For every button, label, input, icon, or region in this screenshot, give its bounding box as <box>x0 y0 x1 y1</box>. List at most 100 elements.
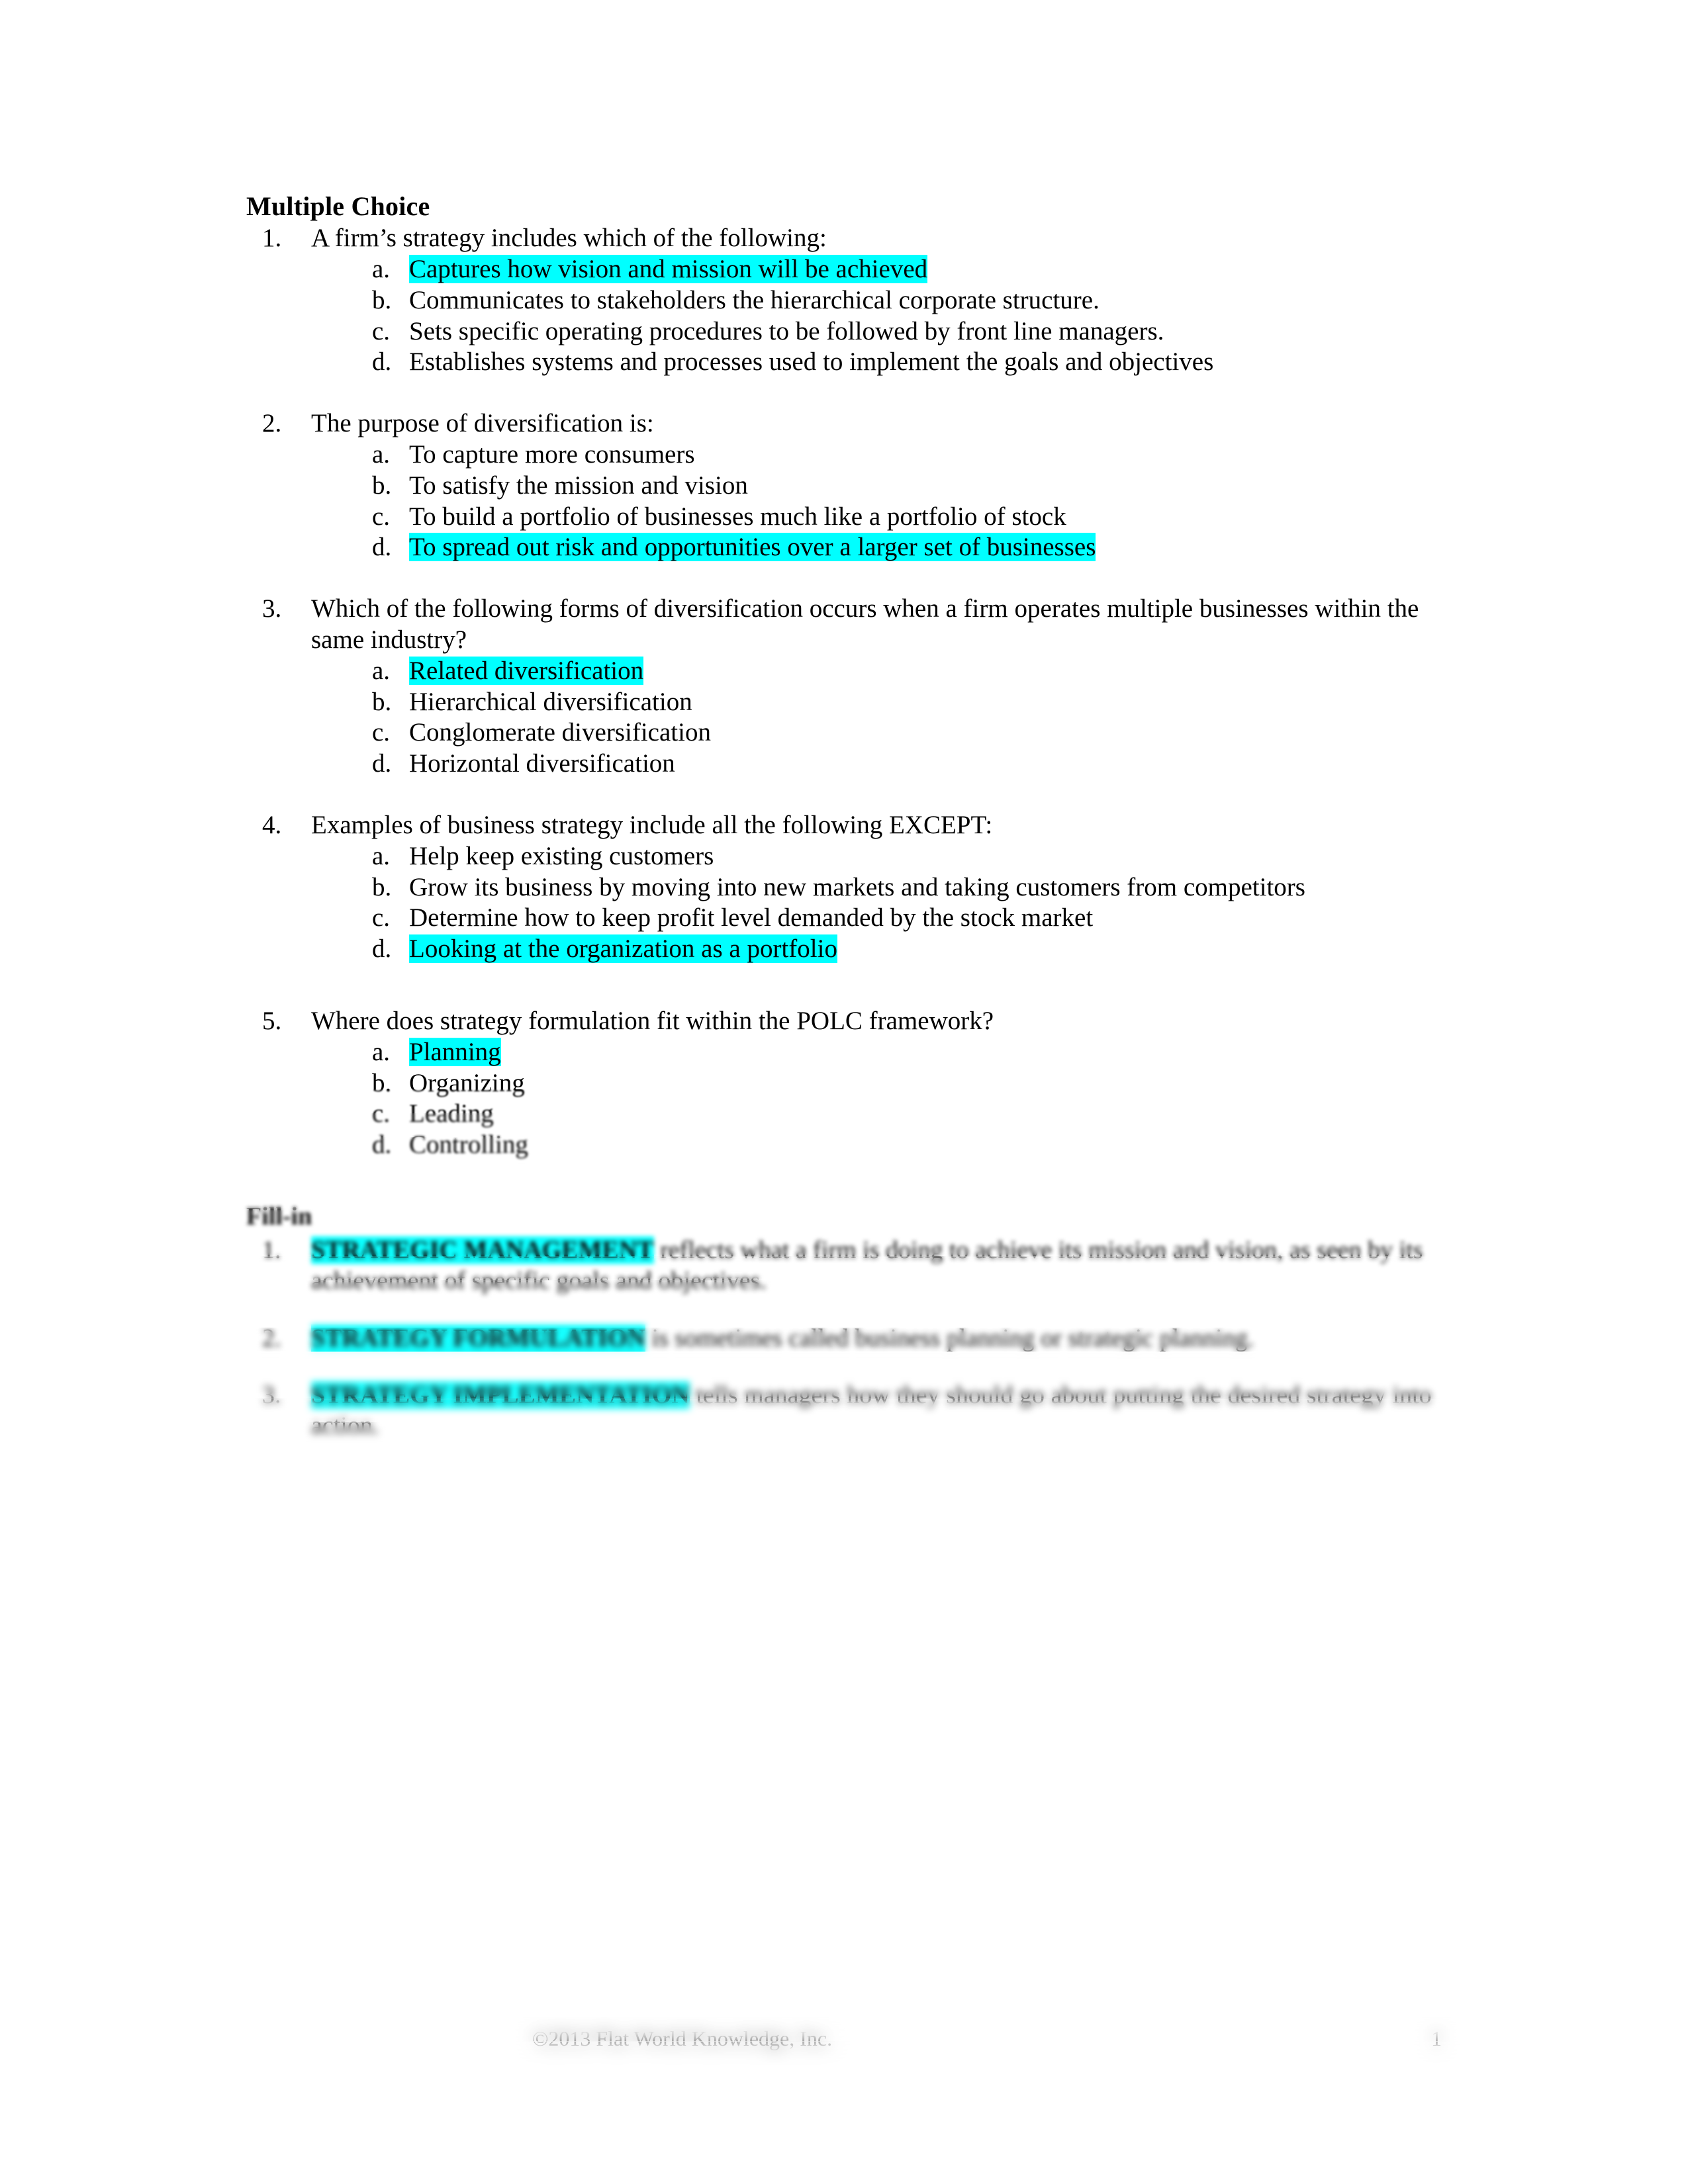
option-letter: c. <box>372 502 391 531</box>
question-spacer <box>246 378 1438 408</box>
option-item: d. Looking at the organization as a port… <box>311 934 1438 965</box>
blur-band <box>0 1779 1688 1804</box>
option-item: d. Controlling <box>311 1130 1438 1161</box>
fade-band <box>0 1803 1688 1828</box>
option-text: To satisfy the mission and vision <box>409 471 748 500</box>
fade-band <box>0 1613 1688 1638</box>
fade-band <box>0 1898 1688 1923</box>
fade-band <box>0 1541 1688 1567</box>
option-item: b. To satisfy the mission and vision <box>311 471 1438 502</box>
fade-band <box>0 1755 1688 1780</box>
fade-band <box>0 2065 1688 2090</box>
fade-band <box>0 1946 1688 1971</box>
fill-in-number: 3. <box>262 1381 281 1409</box>
option-letter: d. <box>372 749 392 778</box>
fade-band <box>0 1518 1688 1543</box>
blur-band <box>0 2065 1688 2090</box>
option-letter: b. <box>372 687 392 716</box>
question-stem: Examples of business strategy include al… <box>311 810 993 839</box>
option-letter: b. <box>372 285 392 314</box>
blur-band <box>0 1589 1688 1614</box>
fade-band <box>0 1970 1688 1995</box>
fade-band <box>0 1494 1688 1519</box>
blur-band <box>0 1970 1688 1995</box>
blur-band <box>0 1660 1688 1686</box>
option-item: a. To capture more consumers <box>311 439 1438 471</box>
option-letter: a. <box>372 439 391 469</box>
document-page: Multiple Choice 1. A firm’s strategy inc… <box>0 0 1688 2184</box>
multiple-choice-question-list: 1. A firm’s strategy includes which of t… <box>246 223 1438 1161</box>
option-text: Hierarchical diversification <box>409 687 692 716</box>
question-item: 4. Examples of business strategy include… <box>246 810 1438 965</box>
question-stem: A firm’s strategy includes which of the … <box>311 224 827 253</box>
blur-band <box>0 1494 1688 1519</box>
option-list: a. Related diversification b. Hierarchic… <box>311 656 1438 780</box>
option-letter: c. <box>372 316 391 345</box>
option-letter: c. <box>372 1099 391 1128</box>
blur-band <box>0 1518 1688 1543</box>
question-number: 3. <box>262 594 282 623</box>
option-item: c. Leading <box>311 1099 1438 1130</box>
option-item: b. Grow its business by moving into new … <box>311 872 1438 903</box>
fade-band <box>0 1637 1688 1662</box>
fade-band <box>0 1779 1688 1804</box>
option-letter: d. <box>372 1130 392 1160</box>
option-text: Planning <box>409 1037 501 1066</box>
fade-band <box>0 1827 1688 1852</box>
fill-in-item: 2. STRATEGY FORMULATION is sometimes cal… <box>246 1323 1438 1353</box>
fade-band <box>0 1731 1688 1756</box>
option-text: Communicates to stakeholders the hierarc… <box>409 285 1100 314</box>
blur-band <box>0 1922 1688 1947</box>
question-number: 2. <box>262 409 282 438</box>
blur-band <box>0 1684 1688 1709</box>
option-text: Conglomerate diversification <box>409 718 711 747</box>
option-letter: a. <box>372 656 391 685</box>
option-item: c. Determine how to keep profit level de… <box>311 903 1438 934</box>
blur-band <box>0 1731 1688 1756</box>
option-item: b. Hierarchical diversification <box>311 687 1438 718</box>
question-spacer <box>246 965 1438 1006</box>
blur-band <box>0 1874 1688 1899</box>
question-item: 2. The purpose of diversification is: a.… <box>246 408 1438 563</box>
option-text: To capture more consumers <box>409 439 695 469</box>
option-text: Grow its business by moving into new mar… <box>409 872 1305 901</box>
fill-in-item-list: 1. STRATEGIC MANAGEMENT reflects what a … <box>246 1235 1438 1441</box>
question-number: 4. <box>262 810 282 839</box>
blur-band <box>0 1707 1688 1733</box>
blur-band <box>0 1946 1688 1971</box>
option-text: Leading <box>409 1099 494 1128</box>
question-item: 5. Where does strategy formulation fit w… <box>246 1006 1438 1161</box>
option-letter: a. <box>372 254 391 283</box>
fade-band <box>0 1874 1688 1899</box>
question-spacer <box>246 563 1438 594</box>
option-letter: a. <box>372 1037 391 1066</box>
fill-in-answer: STRATEGIC MANAGEMENT <box>311 1236 654 1264</box>
option-text: Establishes systems and processes used t… <box>409 347 1214 377</box>
option-text: Help keep existing customers <box>409 841 714 870</box>
blur-band <box>0 2089 1688 2114</box>
section-title-fill-in: Fill-in <box>246 1202 312 1230</box>
blur-band <box>0 2160 1688 2184</box>
fill-in-number: 2. <box>262 1324 281 1352</box>
question-stem: Where does strategy formulation fit with… <box>311 1006 994 1035</box>
blur-band <box>0 1827 1688 1852</box>
option-letter: a. <box>372 841 391 870</box>
option-text: Looking at the organization as a portfol… <box>409 934 837 964</box>
option-list: a. To capture more consumers b. To satis… <box>311 439 1438 563</box>
page-content: Multiple Choice 1. A firm’s strategy inc… <box>246 191 1438 1468</box>
blur-band <box>0 1803 1688 1828</box>
option-item: b. Communicates to stakeholders the hier… <box>311 285 1438 316</box>
option-text: Horizontal diversification <box>409 749 675 778</box>
question-number: 5. <box>262 1006 282 1035</box>
fade-band <box>0 2089 1688 2114</box>
fill-in-text: is sometimes called business planning or… <box>645 1324 1254 1352</box>
blur-band <box>0 1755 1688 1780</box>
option-text: Determine how to keep profit level deman… <box>409 903 1094 933</box>
option-item: c. To build a portfolio of businesses mu… <box>311 502 1438 533</box>
blur-band <box>0 2136 1688 2161</box>
fade-band <box>0 1565 1688 1590</box>
option-text: Sets specific operating procedures to be… <box>409 316 1164 345</box>
fill-in-answer: STRATEGY FORMULATION <box>311 1324 645 1352</box>
fade-band <box>0 1470 1688 1495</box>
